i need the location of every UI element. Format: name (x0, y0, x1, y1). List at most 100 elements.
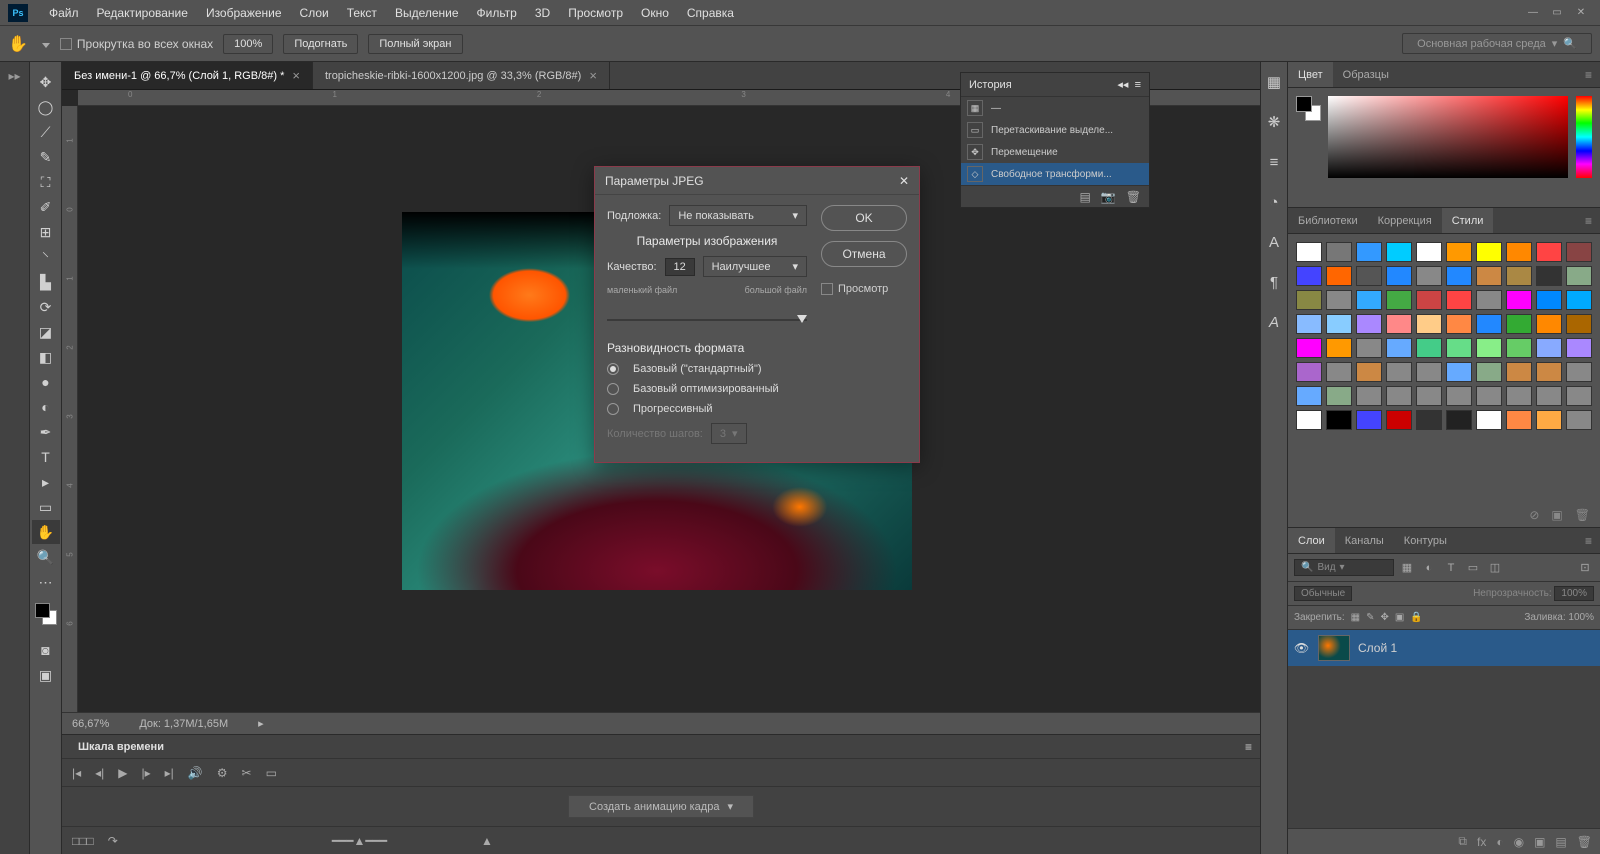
full-screen-button[interactable]: Полный экран (368, 34, 462, 54)
style-swatch[interactable] (1356, 386, 1382, 406)
tl-play-icon[interactable]: ▶ (118, 766, 127, 780)
move-tool[interactable]: ✥ (32, 70, 60, 94)
styles-delete-icon[interactable]: 🗑 (1575, 508, 1590, 522)
style-swatch[interactable] (1386, 266, 1412, 286)
style-swatch[interactable] (1476, 338, 1502, 358)
history-item[interactable]: ✥Перемещение (961, 141, 1149, 163)
style-swatch[interactable] (1296, 242, 1322, 262)
heal-tool[interactable]: ⊞ (32, 220, 60, 244)
style-swatch[interactable] (1296, 314, 1322, 334)
style-swatch[interactable] (1506, 314, 1532, 334)
style-swatch[interactable] (1566, 338, 1592, 358)
style-swatch[interactable] (1356, 362, 1382, 382)
style-swatch[interactable] (1476, 410, 1502, 430)
style-swatch[interactable] (1416, 314, 1442, 334)
status-arrow-icon[interactable]: ▸ (258, 717, 264, 730)
style-swatch[interactable] (1386, 362, 1412, 382)
filter-pixel-icon[interactable]: ▦ (1398, 559, 1416, 577)
color-field[interactable] (1328, 96, 1568, 178)
lasso-tool[interactable]: ⟋ (32, 120, 60, 144)
style-swatch[interactable] (1356, 290, 1382, 310)
layer-thumbnail[interactable] (1318, 635, 1350, 661)
icon-adjust[interactable]: ≡ (1264, 152, 1284, 172)
style-swatch[interactable] (1506, 362, 1532, 382)
create-frame-animation-button[interactable]: Создать анимацию кадра▾ (568, 795, 754, 818)
quality-preset-select[interactable]: Наилучшее▾ (703, 256, 807, 277)
history-brush-tool[interactable]: ⟳ (32, 295, 60, 319)
style-swatch[interactable] (1326, 338, 1352, 358)
style-swatch[interactable] (1476, 314, 1502, 334)
style-swatch[interactable] (1416, 362, 1442, 382)
delete-layer-icon[interactable]: 🗑 (1577, 835, 1592, 849)
menu-filter[interactable]: Фильтр (468, 0, 526, 26)
style-swatch[interactable] (1326, 410, 1352, 430)
tab-channels[interactable]: Каналы (1335, 528, 1394, 553)
close-icon[interactable]: ✕ (1570, 5, 1592, 21)
style-swatch[interactable] (1566, 314, 1592, 334)
style-swatch[interactable] (1296, 362, 1322, 382)
filter-shape-icon[interactable]: ▭ (1464, 559, 1482, 577)
style-swatch[interactable] (1536, 314, 1562, 334)
workspace-switcher[interactable]: Основная рабочая среда▾🔍 (1402, 33, 1592, 54)
style-swatch[interactable] (1326, 386, 1352, 406)
layer-mask-icon[interactable]: ◐ (1496, 835, 1503, 849)
history-delete-icon[interactable]: 🗑 (1126, 190, 1141, 204)
style-swatch[interactable] (1326, 362, 1352, 382)
document-tab-1[interactable]: Без имени-1 @ 66,7% (Слой 1, RGB/8#) *× (62, 62, 313, 89)
style-swatch[interactable] (1296, 410, 1322, 430)
history-item[interactable]: ▭Перетаскивание выделе... (961, 119, 1149, 141)
lock-paint-icon[interactable]: ✎ (1366, 612, 1374, 623)
style-swatch[interactable] (1566, 386, 1592, 406)
menu-layers[interactable]: Слои (291, 0, 338, 26)
style-swatch[interactable] (1506, 290, 1532, 310)
style-swatch[interactable] (1536, 338, 1562, 358)
layer-filter-kind[interactable]: 🔍 Вид ▾ (1294, 559, 1394, 576)
style-swatch[interactable] (1326, 314, 1352, 334)
style-swatch[interactable] (1326, 266, 1352, 286)
layer-fx-icon[interactable]: fx (1477, 835, 1486, 849)
styles-new-icon[interactable]: ▣ (1551, 508, 1562, 522)
style-swatch[interactable] (1536, 290, 1562, 310)
lock-pos-icon[interactable]: ✥ (1381, 612, 1389, 623)
style-swatch[interactable] (1536, 362, 1562, 382)
quick-mask-tool[interactable]: ◙ (32, 638, 60, 662)
maximize-icon[interactable]: ▭ (1546, 5, 1568, 21)
screen-mode-tool[interactable]: ▣ (32, 663, 60, 687)
styles-clear-icon[interactable]: ⊘ (1529, 508, 1539, 522)
filter-toggle[interactable]: ⊡ (1576, 559, 1594, 577)
style-swatch[interactable] (1566, 410, 1592, 430)
tl-next-icon[interactable]: |▸ (142, 766, 151, 780)
panel-menu-icon[interactable]: ≡ (1245, 740, 1252, 754)
style-swatch[interactable] (1446, 362, 1472, 382)
collapse-icon[interactable]: ◂◂ (1117, 79, 1128, 91)
document-tab-2[interactable]: tropicheskie-ribki-1600x1200.jpg @ 33,3%… (313, 62, 610, 89)
history-snap-icon[interactable]: 📷 (1101, 190, 1116, 204)
style-swatch[interactable] (1476, 266, 1502, 286)
style-swatch[interactable] (1566, 242, 1592, 262)
hue-slider[interactable] (1576, 96, 1592, 178)
close-tab-icon[interactable]: × (292, 68, 300, 83)
quality-slider[interactable] (607, 309, 807, 323)
tl-last-icon[interactable]: ▸| (165, 766, 174, 780)
style-swatch[interactable] (1566, 362, 1592, 382)
layer-row[interactable]: 👁 Слой 1 (1288, 630, 1600, 666)
color-swatches[interactable] (35, 603, 57, 625)
dock-expand-icon[interactable]: ▸▸ (0, 66, 29, 86)
style-swatch[interactable] (1446, 314, 1472, 334)
filter-type-icon[interactable]: T (1442, 559, 1460, 577)
zoom-100-button[interactable]: 100% (223, 34, 273, 54)
style-swatch[interactable] (1506, 410, 1532, 430)
style-swatch[interactable] (1326, 242, 1352, 262)
tab-swatches[interactable]: Образцы (1333, 62, 1399, 87)
history-item[interactable]: ▦— (961, 97, 1149, 119)
filter-smart-icon[interactable]: ◫ (1486, 559, 1504, 577)
style-swatch[interactable] (1446, 386, 1472, 406)
scroll-all-checkbox[interactable]: Прокрутка во всех окнах (60, 37, 213, 51)
tl-prev-icon[interactable]: ◂| (95, 766, 104, 780)
zoom-tool[interactable]: 🔍 (32, 545, 60, 569)
style-swatch[interactable] (1386, 386, 1412, 406)
style-swatch[interactable] (1476, 242, 1502, 262)
menu-select[interactable]: Выделение (386, 0, 468, 26)
format-baseline-radio[interactable]: Базовый ("стандартный") (607, 363, 807, 375)
lock-artboard-icon[interactable]: ▣ (1395, 612, 1404, 623)
